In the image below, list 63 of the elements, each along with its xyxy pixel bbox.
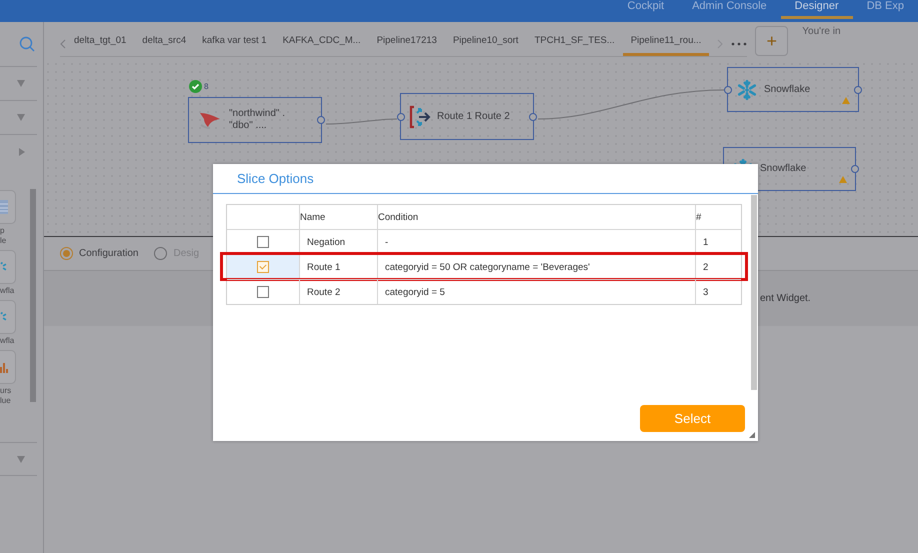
pipeline-node[interactable]: Snowflake [727,67,859,112]
pipeline-tab[interactable]: kafka var test 1 [194,31,275,56]
table-cell: Route 1 [299,255,377,279]
dropdown-arrow-icon[interactable] [17,80,25,87]
dialog-title: Slice Options [237,171,314,186]
resize-grip-icon[interactable] [749,432,755,438]
panel-tab[interactable]: Configuration [60,247,138,260]
pipeline-tab[interactable]: Pipeline10_sort [444,31,526,56]
table-cell: categoryid = 50 OR categoryname = 'Beverages' [377,255,695,279]
palette-label: urs lue [0,385,12,406]
scrollbar[interactable] [751,195,757,390]
palette-label: wfla [0,335,16,346]
search-icon[interactable] [19,36,35,52]
palette-label: p le [0,225,8,246]
pipeline-node[interactable]: Route 1 Route 2 [400,93,534,140]
column-header: # [695,205,741,229]
node-label: "northwind" . "dbo" .... [229,108,286,132]
output-port[interactable] [529,112,537,120]
pipeline-tab[interactable]: KAFKA_CDC_M... [274,31,369,56]
nav-tab[interactable]: Admin Console [678,0,781,19]
scrollbar[interactable] [30,189,36,402]
node-label: Route 1 Route 2 [437,110,510,122]
table-cell: Negation [299,230,377,254]
expand-arrow-icon[interactable] [19,148,25,156]
pipeline-tab[interactable]: Pipeline17213 [368,31,445,56]
output-port[interactable] [851,165,859,173]
nav-tab[interactable]: Designer [780,0,853,19]
input-port[interactable] [724,86,732,94]
nav-tab[interactable]: Cockpit [613,0,678,19]
pipeline-node[interactable]: "northwind" . "dbo" .... [188,97,322,143]
column-header: Condition [377,205,695,229]
row-checkbox[interactable] [257,236,269,248]
empty-message: ent Widget. [760,293,811,304]
input-port[interactable] [397,112,405,120]
table-cell: 2 [695,255,741,279]
run-count: 8 [204,82,208,91]
node-label: Snowflake [764,84,810,96]
palette-label: wfla [0,285,16,296]
more-icon[interactable] [731,42,748,46]
table-cell: categoryid = 5 [377,280,695,304]
table-cell: - [377,230,695,254]
hint-text: You're in [802,26,841,37]
pipeline-tab[interactable]: Pipeline11_rou... [622,31,710,56]
dropdown-arrow-icon[interactable] [17,114,25,121]
output-port[interactable] [317,116,325,124]
row-checkbox[interactable] [257,261,269,273]
output-port[interactable] [854,86,862,94]
dropdown-arrow-icon[interactable] [17,456,25,462]
node-label: Snowflake [760,163,806,175]
nav-tab[interactable]: DB Exp [852,0,918,19]
table-cell: 3 [695,280,741,304]
add-tab-button[interactable]: + [755,26,788,56]
pipeline-tab[interactable]: delta_tgt_01 [66,31,134,56]
pipeline-tab[interactable]: TPCH1_SF_TES... [526,31,623,56]
row-checkbox[interactable] [257,286,269,298]
check-circle-icon [189,80,202,93]
column-header: Name [299,205,377,229]
pipeline-tab[interactable]: delta_src4 [134,31,194,56]
bar-chart-icon [0,361,8,373]
table-cell: Route 2 [299,280,377,304]
router-icon [409,104,431,128]
table-icon [0,200,8,214]
table-cell: 1 [695,230,741,254]
